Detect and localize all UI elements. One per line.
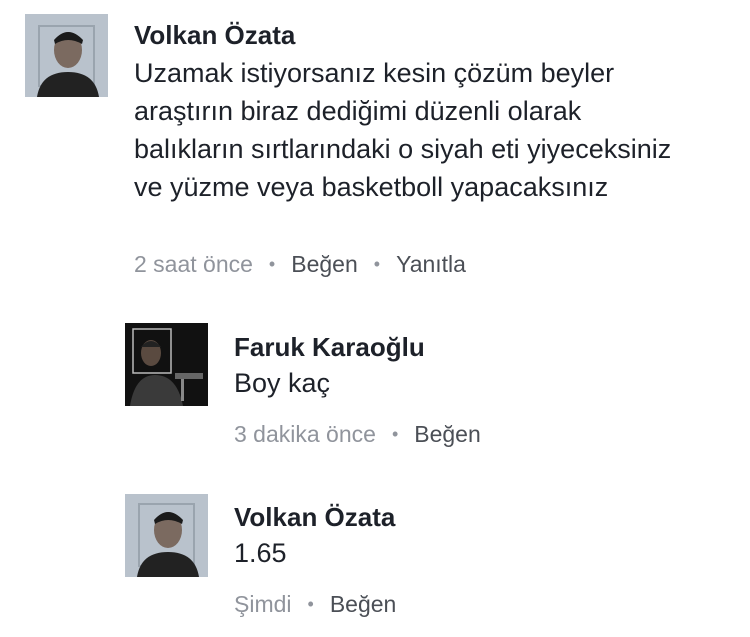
comment-meta: Şimdi • Beğen [234, 591, 396, 618]
separator-dot-icon: • [373, 254, 381, 274]
avatar[interactable] [125, 323, 208, 406]
comment-author[interactable]: Volkan Özata [234, 502, 395, 533]
comment-text: Boy kaç [234, 368, 331, 398]
avatar[interactable] [125, 494, 208, 577]
profile-photo-icon [125, 494, 208, 577]
like-button[interactable]: Beğen [414, 421, 481, 447]
like-button[interactable]: Beğen [291, 251, 358, 277]
profile-photo-icon [25, 14, 108, 97]
like-button[interactable]: Beğen [330, 591, 397, 617]
comment-text: 1.65 [234, 538, 287, 568]
comment-timestamp[interactable]: Şimdi [234, 591, 292, 617]
comment-meta: 2 saat önce • Beğen • Yanıtla [134, 251, 466, 278]
comment-author[interactable]: Volkan Özata [134, 20, 295, 51]
separator-dot-icon: • [391, 424, 399, 444]
comment-timestamp[interactable]: 2 saat önce [134, 251, 253, 277]
separator-dot-icon: • [268, 254, 276, 274]
reply-button[interactable]: Yanıtla [396, 251, 466, 277]
separator-dot-icon: • [307, 594, 314, 614]
profile-photo-icon [125, 323, 208, 406]
comment-author[interactable]: Faruk Karaoğlu [234, 332, 425, 363]
comment-timestamp[interactable]: 3 dakika önce [234, 421, 376, 447]
comment-meta: 3 dakika önce • Beğen [234, 421, 481, 448]
comment-text: Uzamak istiyorsanız kesin çözüm beyler a… [134, 58, 672, 202]
avatar[interactable] [25, 14, 108, 97]
